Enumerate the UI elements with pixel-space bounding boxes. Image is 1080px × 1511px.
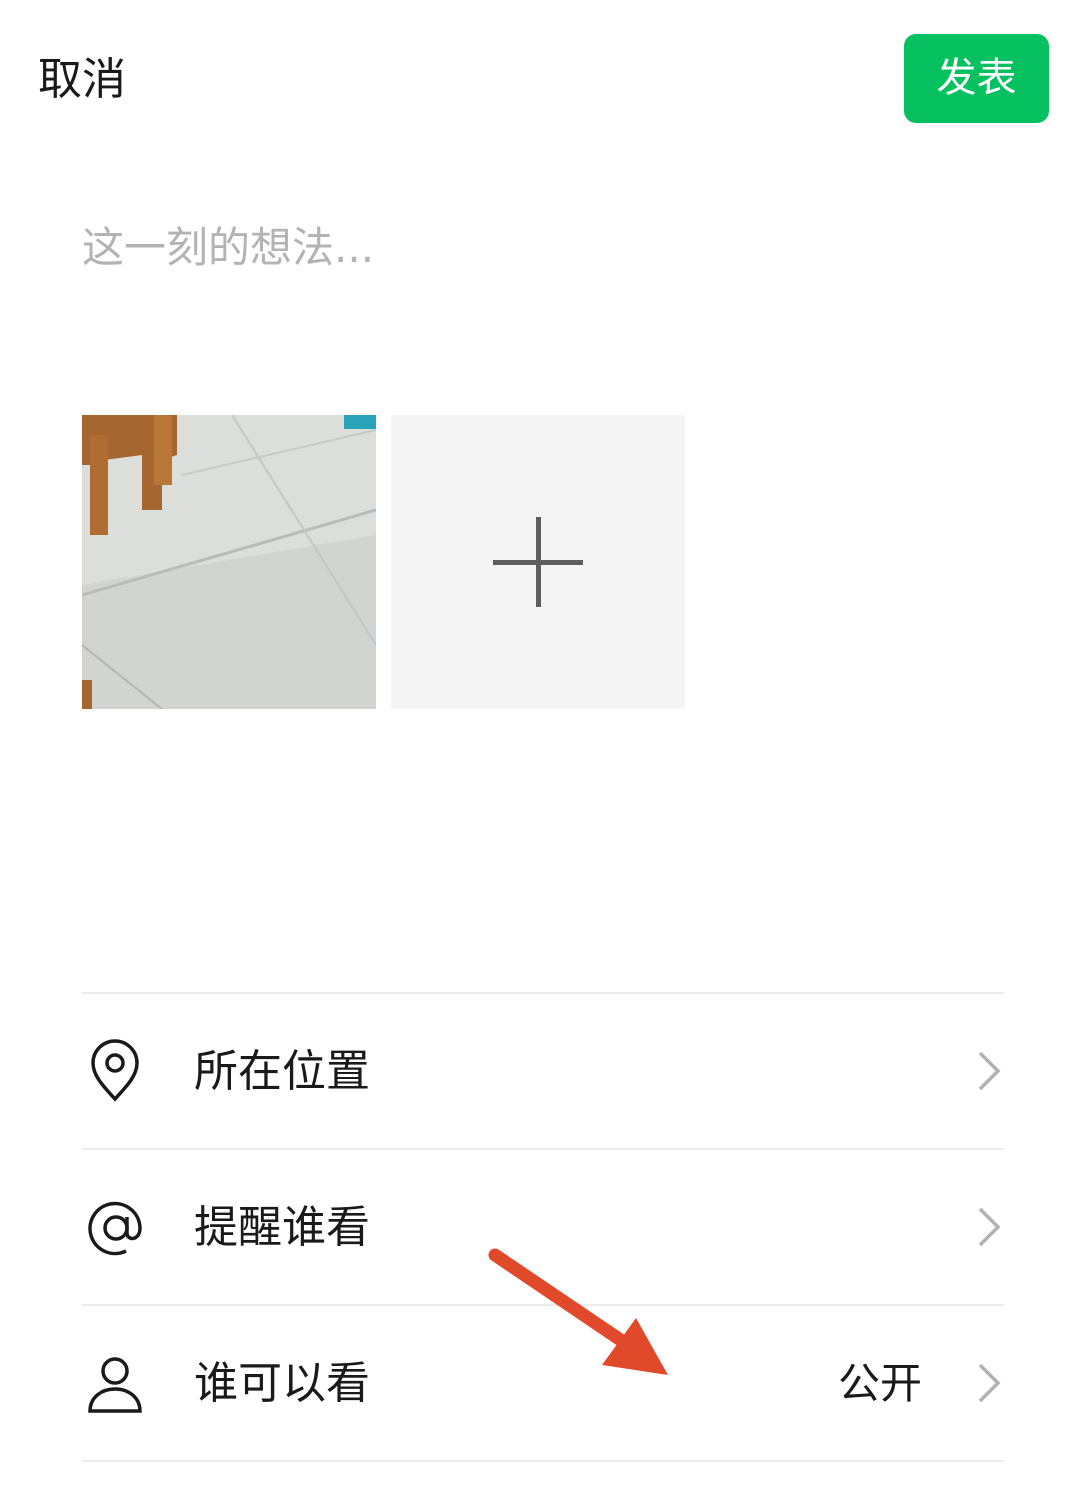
option-row-visibility[interactable]: 谁可以看 公开 <box>82 1306 1004 1460</box>
person-icon <box>88 1357 142 1413</box>
location-pin-icon <box>91 1039 139 1102</box>
option-label: 谁可以看 <box>194 1358 370 1409</box>
chevron-right-icon <box>978 1051 1001 1091</box>
chevron-right-icon <box>978 1363 1001 1403</box>
post-text-input[interactable] <box>82 212 1002 282</box>
option-row-location[interactable]: 所在位置 <box>82 994 1004 1148</box>
at-sign-icon <box>88 1201 142 1256</box>
publish-button[interactable]: 发表 <box>904 34 1049 123</box>
option-row-mention[interactable]: 提醒谁看 <box>82 1150 1004 1304</box>
divider <box>82 1460 1004 1462</box>
add-photo-button[interactable] <box>391 415 685 709</box>
floor-photo-image <box>82 415 376 709</box>
visibility-value: 公开 <box>837 1359 922 1408</box>
option-label: 所在位置 <box>194 1046 370 1097</box>
option-label: 提醒谁看 <box>194 1202 370 1253</box>
chevron-right-icon <box>978 1207 1001 1247</box>
cancel-button[interactable]: 取消 <box>38 52 126 108</box>
photo-thumbnail[interactable] <box>82 415 376 709</box>
